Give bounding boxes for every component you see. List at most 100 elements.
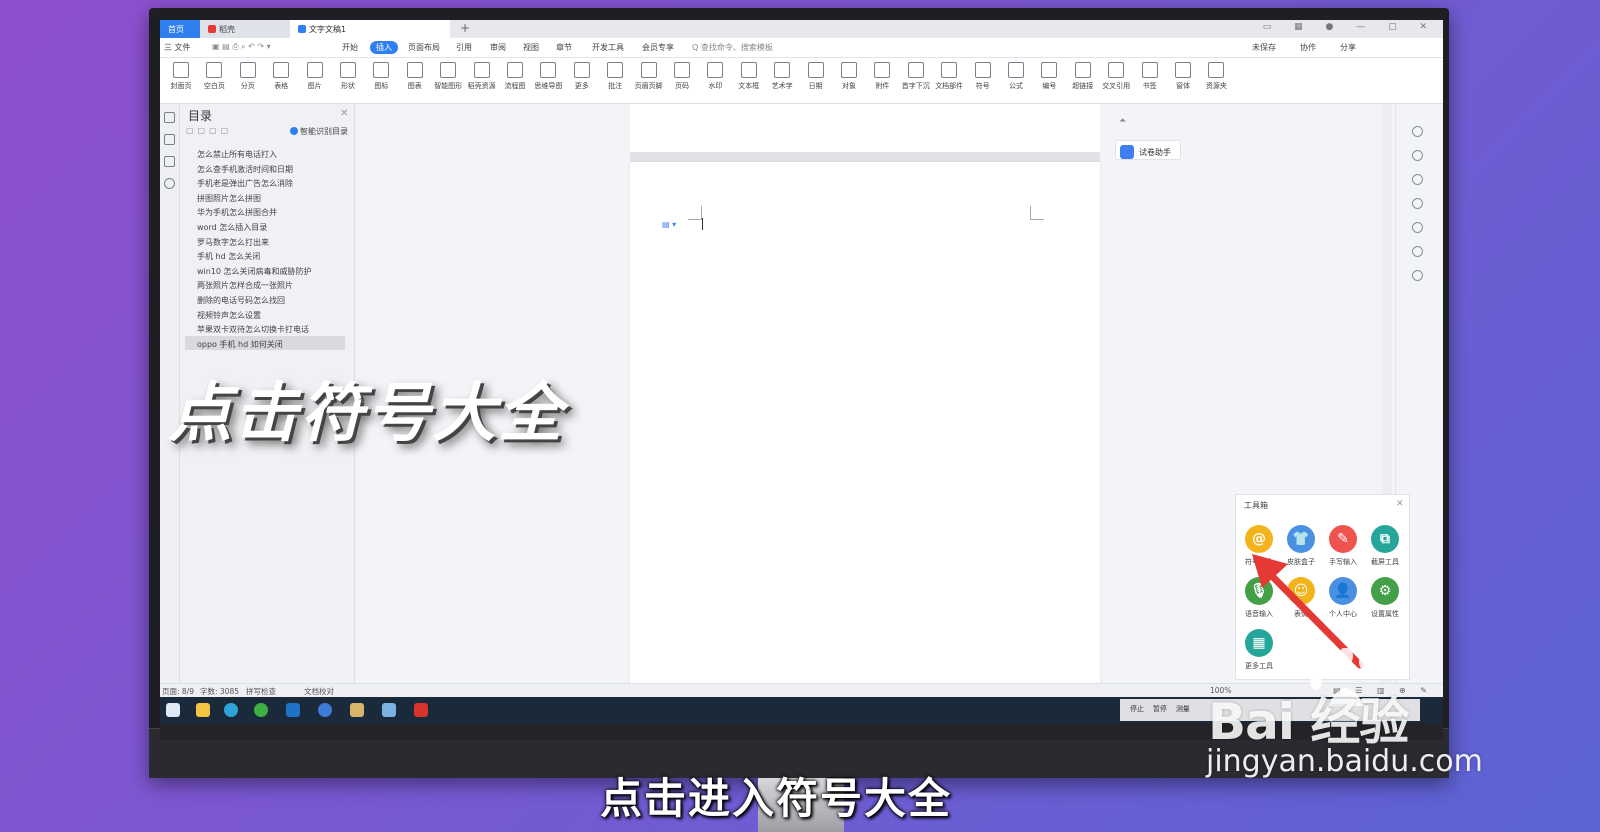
ribbon-button[interactable]: 封面页: [164, 62, 198, 91]
menu-page-layout[interactable]: 页面布局: [408, 42, 440, 53]
close-icon[interactable]: ✕: [1396, 499, 1404, 509]
smart-toc-button[interactable]: 智能识别目录: [290, 126, 348, 137]
style-icon[interactable]: [1412, 126, 1423, 137]
select-icon[interactable]: [1412, 174, 1423, 185]
collapse-icon[interactable]: ⏶: [1119, 116, 1126, 126]
collaborate-button[interactable]: 协作: [1300, 42, 1316, 53]
ribbon-button[interactable]: 智能图形: [431, 62, 465, 91]
ribbon-button[interactable]: 对象: [832, 62, 866, 91]
ribbon-button[interactable]: 超链接: [1066, 62, 1100, 91]
ribbon-button[interactable]: 图片: [298, 62, 332, 91]
ribbon-button[interactable]: 形状: [331, 62, 365, 91]
ribbon-button[interactable]: 稻壳资源: [465, 62, 499, 91]
exam-assistant-button[interactable]: 试卷助手: [1115, 140, 1181, 160]
ribbon-button[interactable]: 流程图: [498, 62, 532, 91]
folder-icon[interactable]: [196, 703, 210, 717]
paragraph-icon[interactable]: ▤ ▾: [662, 220, 676, 229]
toc-item[interactable]: win10 怎么关闭病毒和威胁防护: [185, 263, 345, 277]
ribbon-button[interactable]: 图标: [364, 62, 398, 91]
toc-item[interactable]: 华为手机怎么拼图合并: [185, 204, 345, 218]
ribbon-button[interactable]: 艺术字: [765, 62, 799, 91]
page-previous[interactable]: [630, 104, 1100, 152]
ribbon-button[interactable]: 更多: [565, 62, 599, 91]
ribbon-button[interactable]: 批注: [598, 62, 632, 91]
browser-icon[interactable]: [224, 703, 238, 717]
ribbon-button[interactable]: 文本框: [732, 62, 766, 91]
ribbon-button[interactable]: 首字下沉: [899, 62, 933, 91]
toc-item[interactable]: oppo 手机 hd 如何关闭: [185, 335, 345, 350]
wechat-icon[interactable]: [254, 703, 268, 717]
ribbon-button[interactable]: 资源夹: [1199, 62, 1233, 91]
page-current[interactable]: ▤ ▾: [630, 162, 1100, 684]
menu-references[interactable]: 引用: [456, 42, 472, 53]
pen-icon[interactable]: [1412, 150, 1423, 161]
command-search[interactable]: Q 查找命令、搜索模板: [692, 42, 773, 53]
toc-item[interactable]: 删除的电话号码怎么找回: [185, 292, 345, 306]
ribbon-button[interactable]: 图表: [398, 62, 432, 91]
toc-item[interactable]: 怎么查手机激活时间和日期: [185, 161, 345, 175]
spell-check[interactable]: 拼写检查: [246, 686, 276, 697]
ribbon-button[interactable]: 表格: [264, 62, 298, 91]
ribbon-button[interactable]: 符号: [966, 62, 1000, 91]
tray-stop[interactable]: 停止: [1130, 705, 1144, 713]
edge-icon[interactable]: [286, 703, 300, 717]
ribbon-button[interactable]: 分页: [231, 62, 265, 91]
quick-access-icons[interactable]: ▣ ▤ ⎙ ⌕ ↶ ↷ ▾: [212, 42, 271, 52]
share-button[interactable]: 分享: [1340, 42, 1356, 53]
window-controls[interactable]: ▭ ▦ ● — ▢ ✕: [1263, 22, 1437, 36]
menu-view[interactable]: 视图: [523, 42, 539, 53]
toc-tool-icons[interactable]: ▢▢▢▢: [186, 126, 232, 135]
ribbon-button[interactable]: 公式: [999, 62, 1033, 91]
ribbon-button[interactable]: 水印: [698, 62, 732, 91]
ribbon-button[interactable]: 空白页: [197, 62, 231, 91]
backup-icon[interactable]: [1412, 246, 1423, 257]
toc-item[interactable]: 怎么禁止所有电话打入: [185, 146, 345, 160]
close-icon[interactable]: ✕: [340, 108, 348, 119]
tab-document[interactable]: 文字文稿1: [290, 20, 450, 38]
toc-item[interactable]: 手机老是弹出广告怎么消除: [185, 175, 345, 189]
share-icon[interactable]: [1412, 270, 1423, 281]
ribbon-button[interactable]: 编号: [1032, 62, 1066, 91]
unsaved-status[interactable]: 未保存: [1252, 42, 1276, 53]
file-menu[interactable]: 三 文件: [164, 42, 191, 53]
settings-icon[interactable]: [1412, 198, 1423, 209]
help-icon[interactable]: [1412, 222, 1423, 233]
ribbon-button[interactable]: 交叉引用: [1099, 62, 1133, 91]
toc-item[interactable]: 两张照片怎样合成一张照片: [185, 277, 345, 291]
app-icon[interactable]: [318, 703, 332, 717]
toc-item[interactable]: 罗马数字怎么打出来: [185, 234, 345, 248]
menu-start[interactable]: 开始: [342, 42, 358, 53]
wps-icon[interactable]: [414, 703, 428, 717]
chapter-icon[interactable]: [164, 134, 175, 145]
toc-item[interactable]: 手机 hd 怎么关闭: [185, 248, 345, 262]
ribbon-button[interactable]: 日期: [799, 62, 833, 91]
word-count[interactable]: 字数: 3085: [200, 686, 239, 697]
start-icon[interactable]: [166, 703, 180, 717]
ribbon-button[interactable]: 页眉页脚: [632, 62, 666, 91]
ribbon-button[interactable]: 附件: [865, 62, 899, 91]
toc-item[interactable]: 苹果双卡双待怎么切换卡打电话: [185, 321, 345, 335]
toc-item[interactable]: 拼图照片怎么拼图: [185, 190, 345, 204]
search-icon[interactable]: [164, 178, 175, 189]
ribbon-button[interactable]: 书签: [1133, 62, 1167, 91]
ribbon-button[interactable]: 窗体: [1166, 62, 1200, 91]
doc-proof[interactable]: 文档校对: [304, 686, 334, 697]
menu-chapter[interactable]: 章节: [556, 42, 572, 53]
toc-item[interactable]: word 怎么插入目录: [185, 219, 345, 233]
toc-item[interactable]: 视频铃声怎么设置: [185, 307, 345, 321]
files-icon[interactable]: [350, 703, 364, 717]
ribbon-button[interactable]: 文档部件: [932, 62, 966, 91]
menu-dev-tools[interactable]: 开发工具: [592, 42, 624, 53]
new-tab-button[interactable]: +: [456, 20, 474, 38]
tab-daoke[interactable]: 稻壳: [200, 20, 290, 38]
tab-home[interactable]: 首页: [160, 20, 200, 38]
menu-insert[interactable]: 插入: [370, 41, 398, 54]
cloud-icon[interactable]: [382, 703, 396, 717]
ribbon-button[interactable]: 页码: [665, 62, 699, 91]
tray-measure[interactable]: 测量: [1176, 705, 1190, 713]
tray-pause[interactable]: 暂停: [1153, 705, 1167, 713]
menu-review[interactable]: 审阅: [490, 42, 506, 53]
menu-member[interactable]: 会员专享: [642, 42, 674, 53]
bookmark-icon[interactable]: [164, 156, 175, 167]
outline-icon[interactable]: [164, 112, 175, 123]
